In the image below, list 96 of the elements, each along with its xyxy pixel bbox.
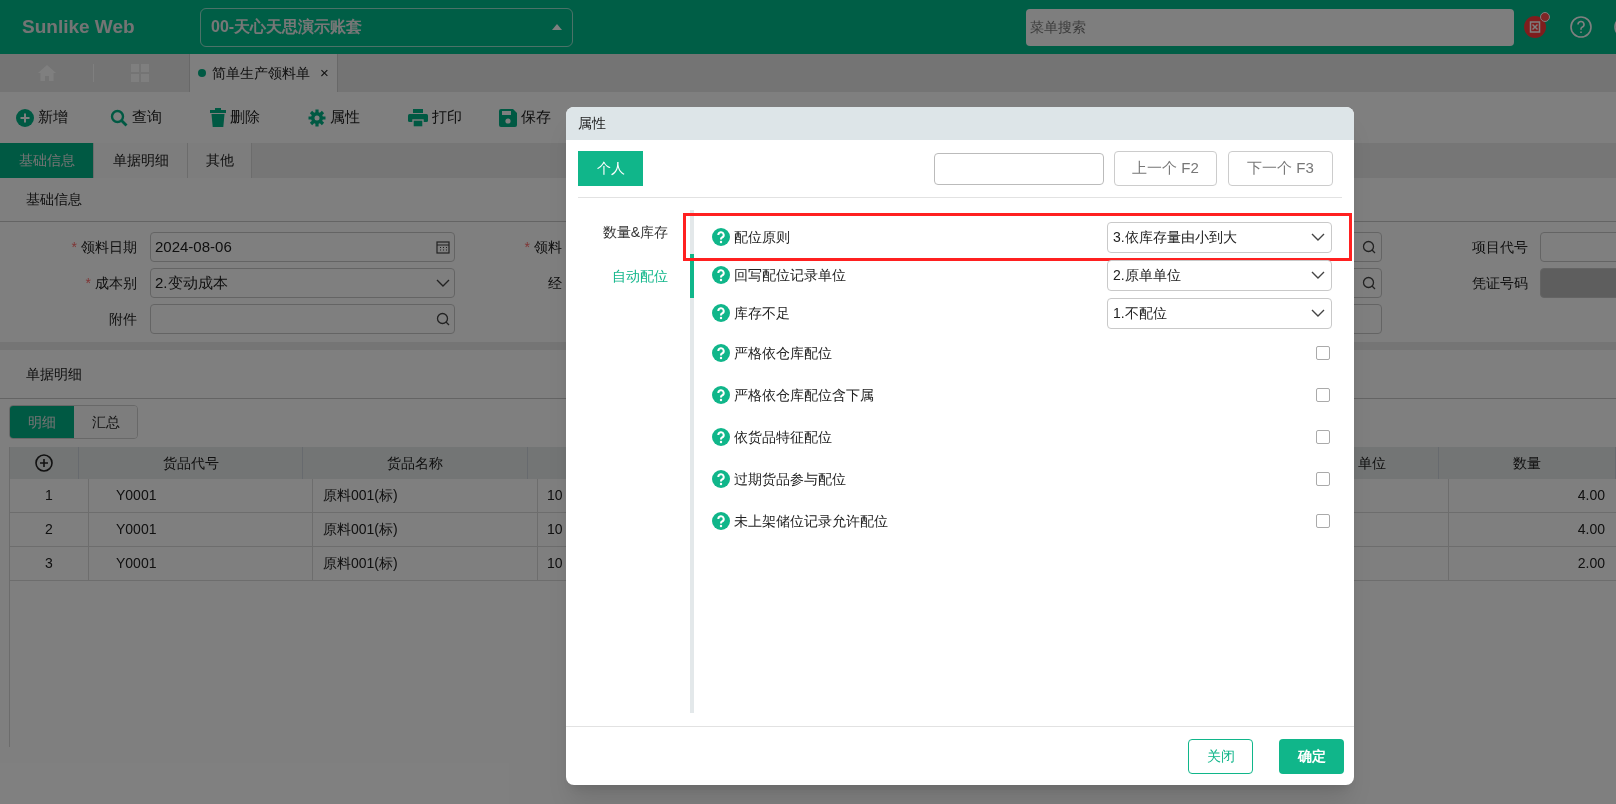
help-circle-icon[interactable] — [1570, 16, 1592, 38]
table-cell-text: 2.00 — [1577, 554, 1605, 573]
gear-icon — [308, 108, 326, 127]
required-mark: * — [71, 237, 77, 257]
toolbar-button[interactable]: 新增 — [16, 106, 110, 129]
setting-label: 严格依仓库配位含下属 — [734, 385, 874, 405]
tab-label: 简单生产领料单 — [212, 63, 310, 83]
toolbar-button[interactable]: 打印 — [408, 106, 499, 129]
help-icon[interactable] — [712, 512, 730, 530]
field-label: 领料 — [534, 237, 562, 257]
form-tab[interactable]: 单据明细 — [94, 143, 188, 178]
toolbar-button[interactable]: 属性 — [308, 106, 408, 129]
search-icon — [436, 312, 450, 326]
search-icon — [1362, 276, 1376, 290]
plus-circle-icon — [16, 108, 34, 127]
select-field[interactable]: 2.原单单位 — [1107, 259, 1332, 291]
calendar-icon — [436, 240, 450, 254]
field-label: 项目代号 — [1472, 237, 1528, 257]
setting-label: 回写配位记录单位 — [734, 265, 846, 285]
setting-label: 过期货品参与配位 — [734, 469, 846, 489]
section-title: 单据明细 — [26, 364, 82, 384]
search-icon — [1362, 240, 1376, 254]
table-cell-text: Y0001 — [116, 486, 157, 505]
field-label: 领料日期 — [81, 237, 137, 257]
add-row-icon[interactable] — [35, 454, 53, 472]
printer-icon — [408, 108, 428, 127]
table-cell-text: 10 — [547, 486, 563, 505]
select-field[interactable]: 2.变动成本 — [150, 268, 455, 298]
help-icon[interactable] — [712, 228, 730, 246]
setting-label: 未上架储位记录允许配位 — [734, 511, 888, 531]
table-cell-text: 原料001(标) — [323, 486, 398, 505]
table-cell-text: 原料001(标) — [323, 554, 398, 573]
column-header: 单位 — [1357, 453, 1386, 473]
select-field[interactable]: 3.依库存量由小到大 — [1107, 221, 1332, 253]
table-cell-text: 2 — [45, 520, 53, 539]
checkbox[interactable] — [1316, 514, 1330, 528]
caret-up-icon — [552, 24, 562, 30]
table-cell-text: 4.00 — [1577, 520, 1605, 539]
menu-search-field[interactable]: 菜单搜索 — [1026, 8, 1514, 46]
app-logo: Sunlike Web — [22, 14, 136, 39]
setting-label: 库存不足 — [734, 303, 790, 323]
search-field[interactable] — [934, 152, 1104, 185]
trash-icon — [210, 108, 226, 127]
nav-item[interactable]: 自动配位 — [566, 254, 694, 298]
table-cell-text: 1 — [45, 486, 53, 505]
field-label: 附件 — [109, 309, 137, 329]
section-title: 基础信息 — [26, 190, 82, 209]
help-icon[interactable] — [712, 428, 730, 446]
field-label: 凭证号码 — [1472, 273, 1528, 293]
confirm-button[interactable]: 确定 — [1279, 738, 1344, 774]
help-icon[interactable] — [712, 304, 730, 322]
chevron-down-icon — [436, 279, 450, 287]
table-cell-text: 4.00 — [1577, 486, 1605, 505]
column-header: 货品名称 — [387, 453, 443, 473]
setting-label: 依货品特征配位 — [734, 427, 832, 447]
form-tab[interactable]: 其他 — [188, 143, 252, 178]
chevron-down-icon — [1311, 233, 1325, 241]
setting-label: 严格依仓库配位 — [734, 343, 832, 363]
column-header: 数量 — [1513, 453, 1541, 473]
checkbox[interactable] — [1316, 388, 1330, 402]
help-icon[interactable] — [712, 470, 730, 488]
toolbar-button[interactable]: 查询 — [110, 106, 210, 129]
nav-item[interactable]: 数量&库存 — [566, 210, 694, 254]
table-cell-text: 10 — [547, 520, 563, 539]
checkbox[interactable] — [1316, 472, 1330, 486]
field-label: 成本别 — [95, 273, 137, 293]
toolbar-button[interactable]: 删除 — [210, 106, 308, 129]
checkbox[interactable] — [1316, 430, 1330, 444]
notification-icon[interactable] — [1524, 16, 1546, 38]
setting-label: 配位原则 — [734, 227, 790, 247]
required-mark: * — [85, 273, 91, 293]
chevron-down-icon — [1311, 309, 1325, 317]
checkbox[interactable] — [1316, 346, 1330, 360]
page-tab[interactable]: 简单生产领料单 × — [189, 54, 338, 92]
help-icon[interactable] — [712, 266, 730, 284]
table-cell-text: 10 — [547, 554, 563, 573]
field-label: 经 — [548, 273, 562, 293]
dialog-title: 属性 — [578, 114, 606, 133]
close-button[interactable]: 关闭 — [1188, 738, 1253, 774]
search-icon — [110, 108, 128, 127]
table-cell-text: Y0001 — [116, 520, 157, 539]
table-cell-text: Y0001 — [116, 554, 157, 573]
chevron-down-icon — [1311, 271, 1325, 279]
scope-tab[interactable]: 个人 — [578, 151, 643, 186]
select-field[interactable]: 1.不配位 — [1107, 297, 1332, 329]
column-header: 货品代号 — [162, 453, 219, 473]
table-cell-text: 3 — [45, 554, 53, 573]
previous-button[interactable]: 上一个 F2 — [1114, 151, 1217, 186]
help-icon[interactable] — [712, 344, 730, 362]
close-icon[interactable]: × — [320, 61, 329, 85]
required-mark: * — [524, 237, 530, 257]
table-cell-text: 原料001(标) — [323, 520, 398, 539]
next-button[interactable]: 下一个 F3 — [1228, 151, 1333, 186]
input-field[interactable]: 2024-08-06 — [150, 232, 455, 262]
help-icon[interactable] — [712, 386, 730, 404]
input-field[interactable] — [150, 304, 455, 334]
